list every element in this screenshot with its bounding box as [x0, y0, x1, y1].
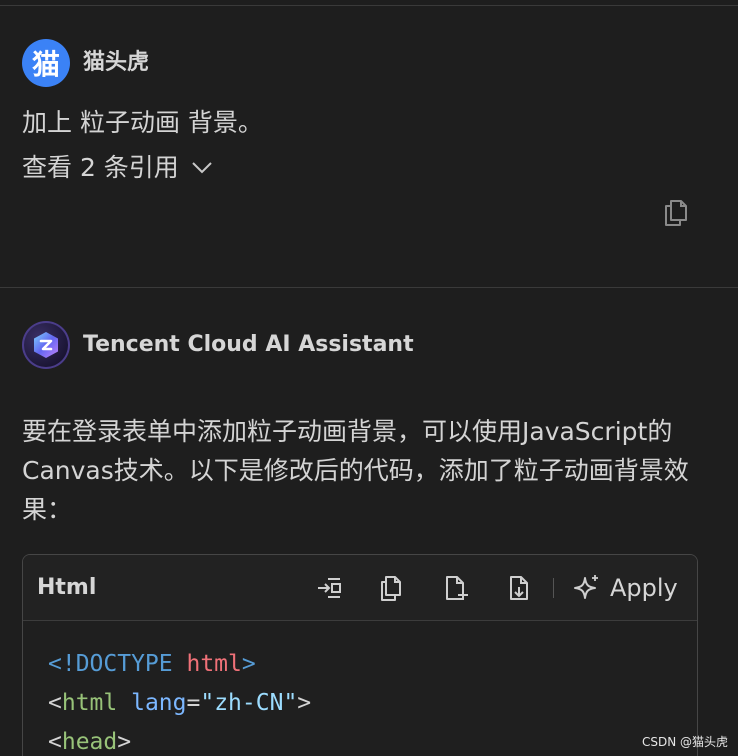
chat-panel: 猫 猫头虎 加上 粒子动画 背景。 查看 2 条引用 Tencent Cloud — [0, 0, 738, 756]
code-token: head — [61, 729, 118, 755]
tencent-ai-logo-icon — [34, 332, 58, 358]
code-block-header: Html Apply — [23, 555, 697, 621]
assistant-avatar — [22, 321, 70, 369]
insert-at-cursor-button[interactable] — [313, 572, 345, 604]
code-token: > — [241, 651, 256, 677]
toolbar-separator — [553, 578, 554, 598]
code-line: <!DOCTYPE html> — [48, 645, 311, 684]
code-token: > — [297, 690, 312, 716]
user-avatar-char: 猫 — [31, 48, 60, 81]
references-label: 查看 2 条引用 — [22, 153, 179, 182]
apply-label: Apply — [610, 574, 678, 602]
copy-icon[interactable] — [662, 198, 690, 228]
chevron-down-icon — [192, 162, 212, 174]
code-token: < — [48, 729, 62, 755]
user-avatar: 猫 — [22, 39, 70, 87]
code-block: Html Apply <!DOCTYPE html> <html lang="z… — [22, 554, 698, 756]
code-token: = — [186, 690, 201, 716]
code-token: html — [186, 651, 242, 677]
watermark: CSDN @猫头虎 — [641, 735, 728, 749]
code-token: "zh-CN" — [200, 690, 298, 716]
code-language-label: Html — [37, 575, 97, 600]
code-token: < — [48, 690, 62, 716]
copy-icon — [381, 576, 401, 601]
top-divider — [0, 5, 738, 6]
code-content: <!DOCTYPE html> <html lang="zh-CN"> <head> — [48, 645, 311, 756]
assistant-message: 要在登录表单中添加粒子动画背景，可以使用JavaScript的Canvas技术。… — [22, 417, 689, 524]
view-references-toggle[interactable]: 查看 2 条引用 — [22, 151, 213, 185]
assistant-name: Tencent Cloud AI Assistant — [83, 332, 414, 357]
apply-button[interactable]: Apply — [572, 571, 678, 605]
new-file-icon — [446, 576, 468, 600]
code-token: lang — [117, 690, 187, 716]
user-name: 猫头虎 — [83, 50, 150, 75]
user-message: 加上 粒子动画 背景。 — [22, 108, 263, 137]
code-line: <html lang="zh-CN"> — [48, 684, 311, 723]
save-to-file-button[interactable] — [503, 572, 535, 604]
save-to-file-icon — [510, 576, 528, 600]
code-token: html — [61, 690, 118, 716]
code-token: <!DOCTYPE — [48, 651, 187, 677]
new-file-button[interactable] — [439, 572, 471, 604]
code-line: <head> — [48, 723, 311, 756]
message-divider — [0, 287, 738, 288]
copy-code-button[interactable] — [375, 572, 407, 604]
code-token: > — [117, 729, 132, 755]
sparkle-icon — [574, 575, 598, 599]
insert-icon — [318, 578, 341, 598]
